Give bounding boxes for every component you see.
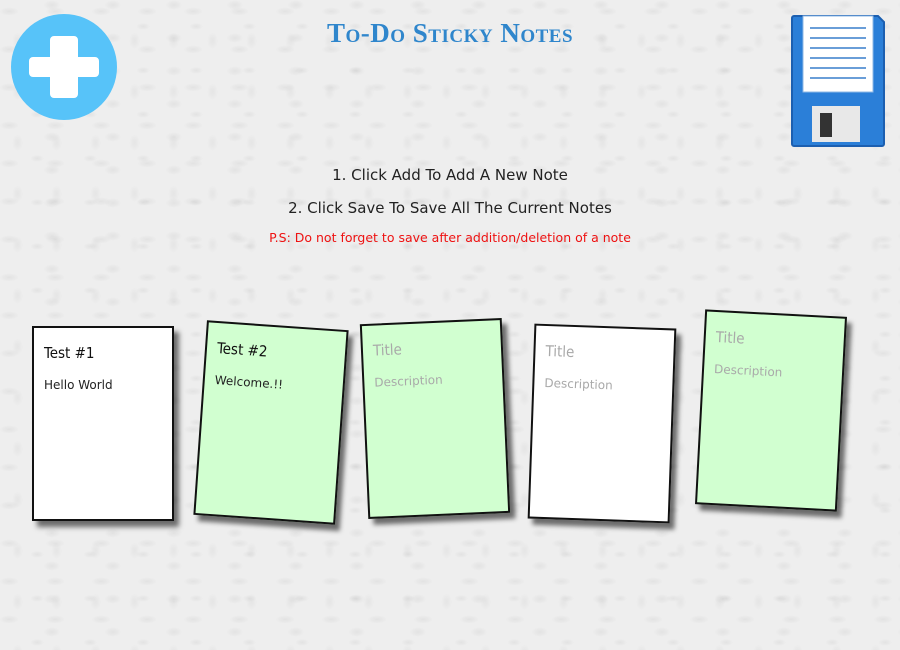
note-title-placeholder[interactable]: Title <box>545 342 664 364</box>
save-notes-button[interactable] <box>790 14 886 148</box>
floppy-disk-icon <box>791 15 885 147</box>
sticky-note[interactable]: Test #1 Hello World <box>32 326 174 521</box>
note-title-placeholder[interactable]: Title <box>373 337 492 359</box>
page-title: To-Do Sticky Notes <box>326 18 574 48</box>
note-description[interactable]: Hello World <box>44 378 162 392</box>
instruction-save: 2. Click Save To Save All The Current No… <box>288 199 612 217</box>
note-description-placeholder[interactable]: Description <box>714 362 833 382</box>
note-title-placeholder[interactable]: Title <box>715 328 834 352</box>
instruction-warning: P.S: Do not forget to save after additio… <box>269 230 631 245</box>
sticky-note[interactable]: Title Description <box>359 317 511 520</box>
note-description-placeholder[interactable]: Description <box>544 376 662 394</box>
note-description[interactable]: Welcome.!! <box>214 373 333 395</box>
sticky-note[interactable]: Title Description <box>527 323 677 524</box>
note-description-placeholder[interactable]: Description <box>374 370 492 390</box>
instruction-add: 1. Click Add To Add A New Note <box>332 166 568 184</box>
note-title[interactable]: Test #1 <box>44 344 162 362</box>
note-title[interactable]: Test #2 <box>216 339 335 365</box>
sticky-note[interactable]: Test #2 Welcome.!! <box>193 320 349 525</box>
sticky-note[interactable]: Title Description <box>694 309 848 512</box>
